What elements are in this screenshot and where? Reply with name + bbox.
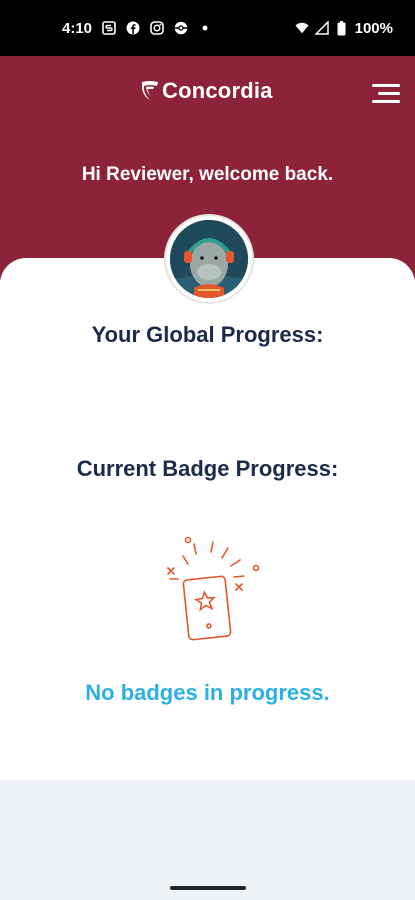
no-badges-message: No badges in progress.: [85, 680, 330, 705]
battery-percent: 100%: [354, 19, 393, 37]
facebook-icon: [126, 21, 140, 35]
manatee-avatar-icon: [170, 220, 248, 298]
brand-name: Concordia: [162, 78, 273, 103]
wifi-icon: [295, 21, 309, 35]
instagram-icon: [150, 21, 164, 35]
concordia-logo-icon: [142, 81, 158, 100]
menu-button[interactable]: [370, 84, 400, 110]
phone-badge-icon: [167, 536, 260, 641]
dot-icon: [198, 21, 212, 35]
avatar[interactable]: [166, 216, 252, 302]
signal-icon: [314, 21, 329, 35]
battery-icon: [335, 20, 349, 35]
s-icon: [102, 21, 116, 35]
global-progress-heading: Your Global Progress:: [91, 322, 324, 347]
status-bar: 4:10 100%: [0, 0, 415, 56]
menu-line-1: [372, 84, 400, 87]
home-indicator[interactable]: [170, 886, 246, 890]
brand-logo: Concordia: [140, 76, 273, 106]
pokeball-icon: [174, 21, 188, 35]
welcome-greeting: Hi Reviewer, welcome back.: [81, 164, 334, 185]
status-time: 4:10: [62, 19, 93, 37]
status-right: 100%: [295, 20, 393, 37]
menu-line-3: [372, 100, 400, 103]
menu-line-2: [378, 92, 400, 95]
badge-progress-heading: Current Badge Progress:: [76, 456, 339, 481]
status-left: 4:10: [62, 20, 212, 37]
